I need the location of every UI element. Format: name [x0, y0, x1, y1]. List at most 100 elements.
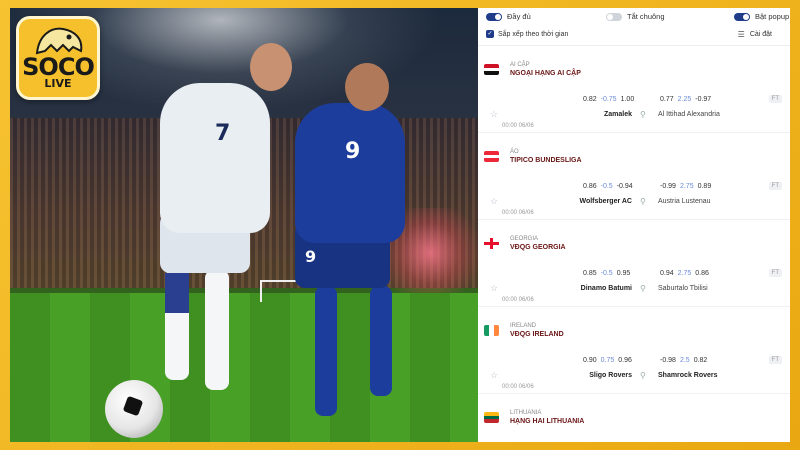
toggle-mute-label: Tắt chuông — [627, 12, 665, 21]
player-right-leg — [315, 286, 337, 416]
soccer-ball — [105, 380, 163, 438]
live-score-panel: Đầy đủ Tắt chuông Bật popup ✓ Sắp xếp th… — [478, 8, 790, 442]
match-time: 00:00 06/06 — [502, 210, 534, 216]
player-right-shirt: 9 — [295, 103, 405, 243]
league-country: GEORGIA — [510, 236, 539, 242]
player-left-head — [250, 43, 292, 91]
home-team[interactable]: Wolfsberger AC — [579, 198, 632, 205]
league-country: LITHUANIA — [510, 410, 542, 416]
away-team[interactable]: Shamrock Rovers — [658, 372, 718, 379]
odds-line: 2.5 — [679, 357, 690, 364]
odds-handicap: 0.82 -0.75 1.00 — [583, 96, 634, 103]
league-name[interactable]: VĐQG IRELAND — [510, 331, 564, 338]
league-block: GEORGIA VĐQG GEORGIA 0.85 -0.5 0.95 0.94 … — [478, 220, 790, 307]
odds-line: -0.5 — [600, 183, 613, 190]
odds-line: 0.75 — [600, 357, 615, 364]
odds-value: 0.96 — [618, 357, 632, 364]
away-team[interactable]: Austria Lustenau — [658, 198, 711, 205]
sort-by-time[interactable]: ✓ Sắp xếp theo thời gian — [486, 30, 568, 38]
match-time: 00:00 06/06 — [502, 384, 534, 390]
odds-value: 0.89 — [697, 183, 712, 190]
home-team[interactable]: Dinamo Batumi — [581, 285, 632, 292]
toggle-full-label: Đầy đủ — [507, 12, 531, 21]
favorite-star-icon[interactable]: ☆ — [490, 109, 498, 120]
logo-sub: LIVE — [44, 77, 72, 90]
flag-egypt-icon — [484, 64, 499, 75]
sliders-icon: ☰ — [737, 30, 745, 39]
match-detail-icon[interactable]: ⚲ — [640, 371, 646, 380]
odds-value: 0.77 — [660, 96, 674, 103]
odds-handicap: 0.90 0.75 0.96 — [583, 357, 632, 364]
home-team[interactable]: Zamalek — [604, 111, 632, 118]
favorite-star-icon[interactable]: ☆ — [490, 283, 498, 294]
toggle-full[interactable]: Đầy đủ — [486, 12, 531, 21]
match-detail-icon[interactable]: ⚲ — [640, 197, 646, 206]
player-left-leg — [205, 270, 229, 390]
flag-austria-icon — [484, 151, 499, 162]
match-time: 00:00 06/06 — [502, 123, 534, 129]
odds-value: 0.86 — [583, 183, 597, 190]
flag-ireland-icon — [484, 325, 499, 336]
league-block: ÁO TIPICO BUNDESLIGA 0.86 -0.5 -0.94 -0.9… — [478, 133, 790, 220]
toggle-switch-icon — [486, 12, 502, 21]
league-name[interactable]: VĐQG GEORGIA — [510, 244, 566, 251]
settings-button[interactable]: ☰ Cài đặt — [738, 30, 772, 39]
odds-value: 0.95 — [616, 270, 631, 277]
toggle-popup[interactable]: Bật popup — [734, 12, 789, 21]
favorite-star-icon[interactable]: ☆ — [490, 370, 498, 381]
odds-value: -0.94 — [616, 183, 633, 190]
league-country: IRELAND — [510, 323, 537, 329]
league-block: IRELAND VĐQG IRELAND 0.90 0.75 0.96 -0.98… — [478, 307, 790, 394]
odds-over-under: 0.77 2.25 -0.97 — [660, 96, 711, 103]
league-list: AI CẬP NGOẠI HẠNG AI CẬP 0.82 -0.75 1.00 … — [478, 46, 790, 442]
match-detail-icon[interactable]: ⚲ — [640, 284, 646, 293]
flag-lithuania-icon — [484, 412, 499, 423]
odds-value: 0.94 — [660, 270, 674, 277]
odds-over-under: -0.99 2.75 0.89 — [660, 183, 711, 190]
odds-value: 0.82 — [693, 357, 708, 364]
league-country: ÁO — [510, 149, 519, 155]
away-team[interactable]: Saburtalo Tbilisi — [658, 285, 708, 292]
away-team[interactable]: Al Ittihad Alexandria — [658, 111, 720, 118]
match-status-badge: FT — [768, 269, 782, 277]
odds-value: 1.00 — [620, 96, 635, 103]
settings-label: Cài đặt — [749, 31, 772, 38]
odds-line: -0.75 — [600, 96, 617, 103]
odds-handicap: 0.85 -0.5 0.95 — [583, 270, 630, 277]
favorite-star-icon[interactable]: ☆ — [490, 196, 498, 207]
odds-value: -0.98 — [660, 357, 676, 364]
odds-over-under: -0.98 2.5 0.82 — [660, 357, 707, 364]
odds-line: -0.5 — [600, 270, 613, 277]
toggle-popup-label: Bật popup — [755, 12, 790, 21]
match-time: 00:00 06/06 — [502, 297, 534, 303]
panel-toolbar: Đầy đủ Tắt chuông Bật popup ✓ Sắp xếp th… — [478, 8, 790, 46]
odds-value: 0.82 — [583, 96, 597, 103]
league-country: AI CẬP — [510, 62, 530, 68]
shorts-number: 9 — [305, 247, 317, 266]
cobra-mascot-icon — [35, 27, 83, 55]
odds-over-under: 0.94 2.75 0.86 — [660, 270, 709, 277]
pitch — [10, 293, 478, 442]
match-status-badge: FT — [768, 182, 782, 190]
toggle-mute[interactable]: Tắt chuông — [606, 12, 665, 21]
checkbox-checked-icon: ✓ — [486, 30, 494, 38]
league-name[interactable]: HẠNG HAI LITHUANIA — [510, 418, 584, 425]
toggle-switch-icon — [606, 12, 622, 21]
player-left-sock — [165, 273, 189, 313]
home-team[interactable]: Sligo Rovers — [589, 372, 632, 379]
league-name[interactable]: TIPICO BUNDESLIGA — [510, 157, 582, 164]
jersey-number: 7 — [215, 121, 231, 146]
sort-label: Sắp xếp theo thời gian — [498, 30, 569, 38]
flag-georgia-icon — [484, 238, 499, 249]
league-block: LITHUANIA HẠNG HAI LITHUANIA — [478, 394, 790, 442]
player-left-shirt: 7 — [160, 83, 270, 233]
league-name[interactable]: NGOẠI HẠNG AI CẬP — [510, 70, 581, 77]
match-detail-icon[interactable]: ⚲ — [640, 110, 646, 119]
soco-live-logo[interactable]: SOCO LIVE — [16, 16, 100, 100]
jersey-number: 9 — [345, 139, 361, 164]
odds-value: 0.90 — [583, 357, 597, 364]
odds-value: 0.85 — [583, 270, 597, 277]
match-status-badge: FT — [768, 356, 782, 364]
odds-value: 0.86 — [695, 270, 709, 277]
odds-value: -0.97 — [695, 96, 712, 103]
